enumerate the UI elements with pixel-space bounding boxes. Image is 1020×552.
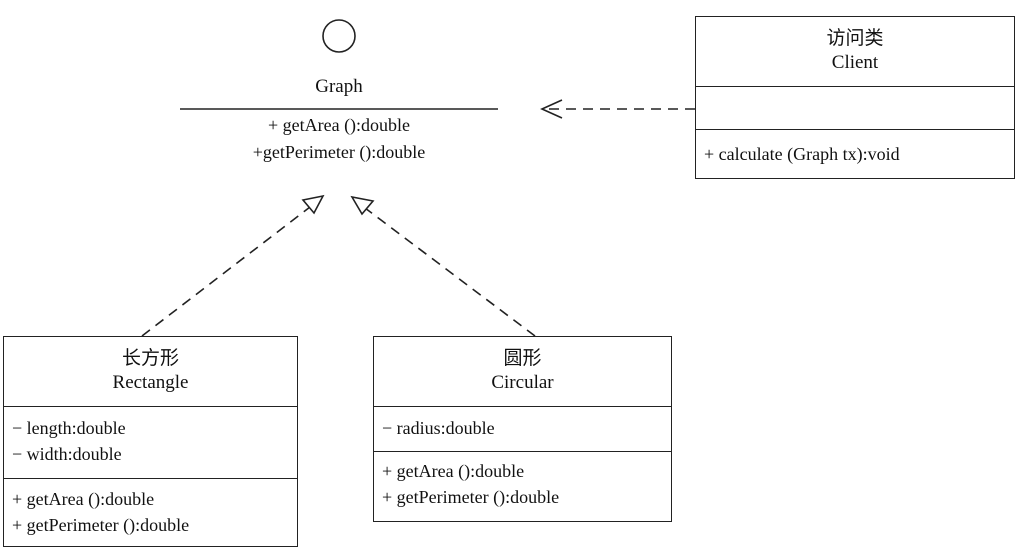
class-rectangle-attributes: − length:double − width:double — [4, 406, 297, 478]
interface-circle-icon — [322, 19, 356, 53]
class-rectangle-name: Rectangle — [112, 372, 189, 393]
class-rectangle: 长方形 Rectangle − length:double − width:do… — [3, 336, 298, 547]
interface-graph-method-getarea: + getArea ():double — [267, 115, 411, 135]
class-client-name: Client — [831, 52, 879, 73]
class-circular-method-getperimeter: + getPerimeter ():double — [382, 487, 560, 507]
class-rectangle-attr-length: − length:double — [12, 418, 126, 438]
class-circular-name: Circular — [491, 372, 554, 393]
class-circular-attributes: − radius:double — [374, 406, 671, 451]
class-client-attributes — [696, 86, 1014, 129]
interface-graph-name: Graph — [315, 76, 363, 97]
interface-graph-method-getperimeter: +getPerimeter ():double — [252, 142, 426, 162]
class-circular: 圆形 Circular − radius:double + getArea ()… — [373, 336, 672, 522]
class-circular-method-getarea: + getArea ():double — [382, 461, 525, 481]
class-circular-methods: + getArea ():double + getPerimeter ():do… — [374, 451, 671, 510]
class-rectangle-method-getperimeter: + getPerimeter ():double — [12, 515, 190, 535]
class-circular-attr-radius: − radius:double — [382, 418, 495, 438]
class-client-header: 访问类 Client — [696, 17, 1014, 86]
class-client-name-cn: 访问类 — [826, 28, 884, 49]
realization-line-rectangle — [141, 206, 311, 337]
class-rectangle-method-getarea: + getArea ():double — [12, 489, 155, 509]
class-circular-name-cn: 圆形 — [503, 348, 542, 369]
class-client: 访问类 Client + calculate (Graph tx):void — [695, 16, 1015, 179]
class-circular-header: 圆形 Circular — [374, 337, 671, 406]
class-client-method-calculate: + calculate (Graph tx):void — [704, 144, 900, 164]
class-rectangle-name-cn: 长方形 — [121, 348, 179, 369]
class-client-methods: + calculate (Graph tx):void — [696, 129, 1014, 167]
realization-line-circular — [364, 207, 536, 337]
class-rectangle-attr-width: − width:double — [12, 444, 122, 464]
class-rectangle-methods: + getArea ():double + getPerimeter ():do… — [4, 478, 297, 538]
class-rectangle-header: 长方形 Rectangle — [4, 337, 297, 406]
